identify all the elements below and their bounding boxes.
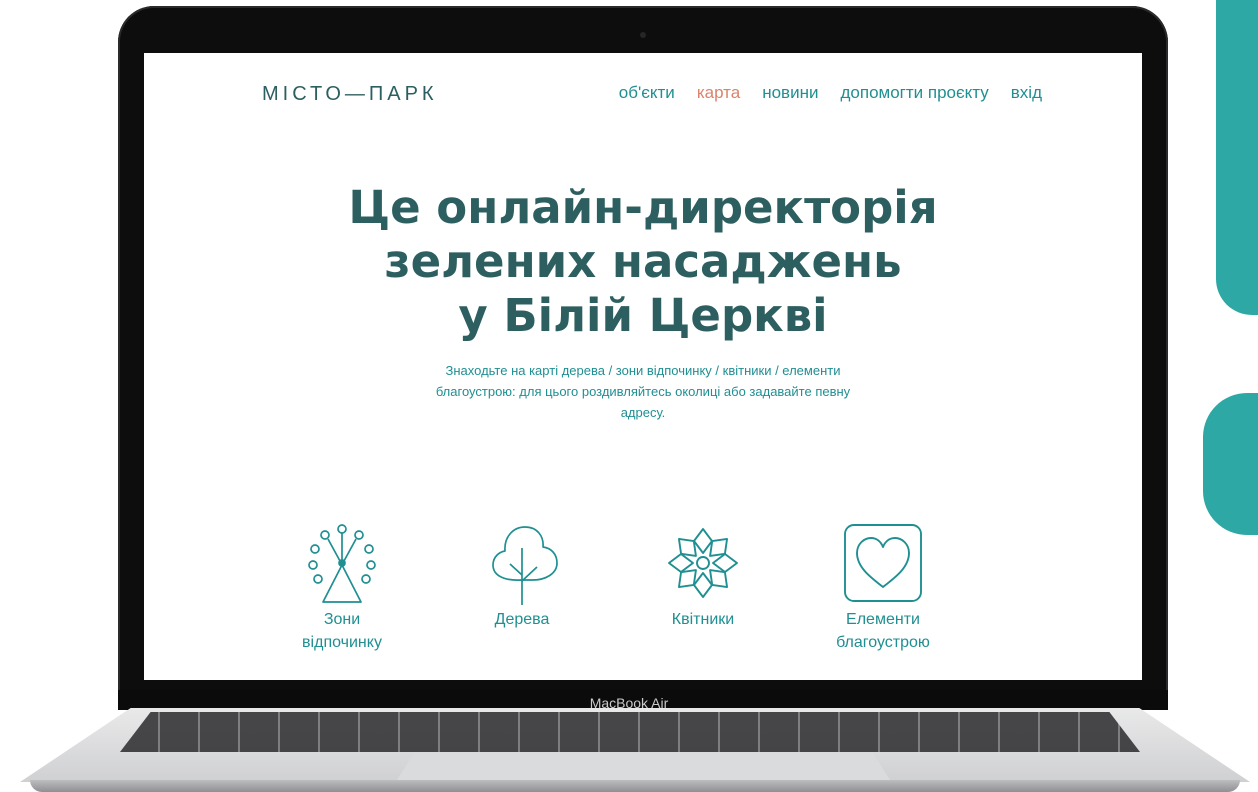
laptop-base-edge	[30, 780, 1240, 792]
tree-icon	[492, 526, 558, 605]
category-trees[interactable]: Дерева	[432, 521, 612, 634]
category-label: Квітники	[671, 611, 735, 628]
decor-shape-top	[1216, 0, 1258, 315]
nav-link-news[interactable]: новини	[762, 83, 818, 103]
category-flower-beds[interactable]: Квітники	[613, 521, 793, 634]
camera-icon	[640, 32, 646, 38]
nav-link-support-project[interactable]: допомогти проєкту	[840, 83, 988, 103]
category-label: благоустрою	[836, 634, 930, 651]
hero-title-line: у Білій Церкві	[458, 289, 828, 342]
laptop-screen: МІСТО—ПАРК об'єкти карта новини допомогт…	[144, 53, 1142, 680]
category-label: Зони	[323, 611, 361, 628]
heart-icon	[844, 524, 922, 602]
main-nav: об'єкти карта новини допомогти проєкту в…	[619, 83, 1042, 103]
nav-link-objects[interactable]: об'єкти	[619, 83, 675, 103]
hero-title-line: Це онлайн-директорія	[348, 181, 938, 234]
category-label: відпочинку	[302, 634, 382, 651]
nav-link-login[interactable]: вхід	[1011, 83, 1042, 103]
category-landscaping-elements[interactable]: Елементи благоустрою	[793, 521, 973, 651]
nav-link-map[interactable]: карта	[697, 83, 740, 103]
hero-title: Це онлайн-директорія зелених насаджень у…	[144, 181, 1142, 343]
keyboard	[120, 712, 1140, 752]
trackpad	[395, 752, 892, 783]
category-label: Дерева	[494, 611, 550, 628]
stage: MacBook Air МІСТО—ПАРК об'єкти карта нов…	[0, 0, 1258, 792]
ferris-wheel-icon	[308, 524, 376, 603]
category-label: Елементи	[846, 611, 920, 628]
hero-subtitle: Знаходьте на карті дерева / зони відпочи…	[435, 363, 851, 420]
site-logo[interactable]: МІСТО—ПАРК	[262, 83, 438, 106]
hero-title-line: зелених насаджень	[384, 235, 902, 288]
decor-shape-bottom	[1203, 393, 1258, 535]
flower-icon	[668, 528, 738, 598]
category-recreation-zones[interactable]: Зони відпочинку	[252, 521, 432, 651]
